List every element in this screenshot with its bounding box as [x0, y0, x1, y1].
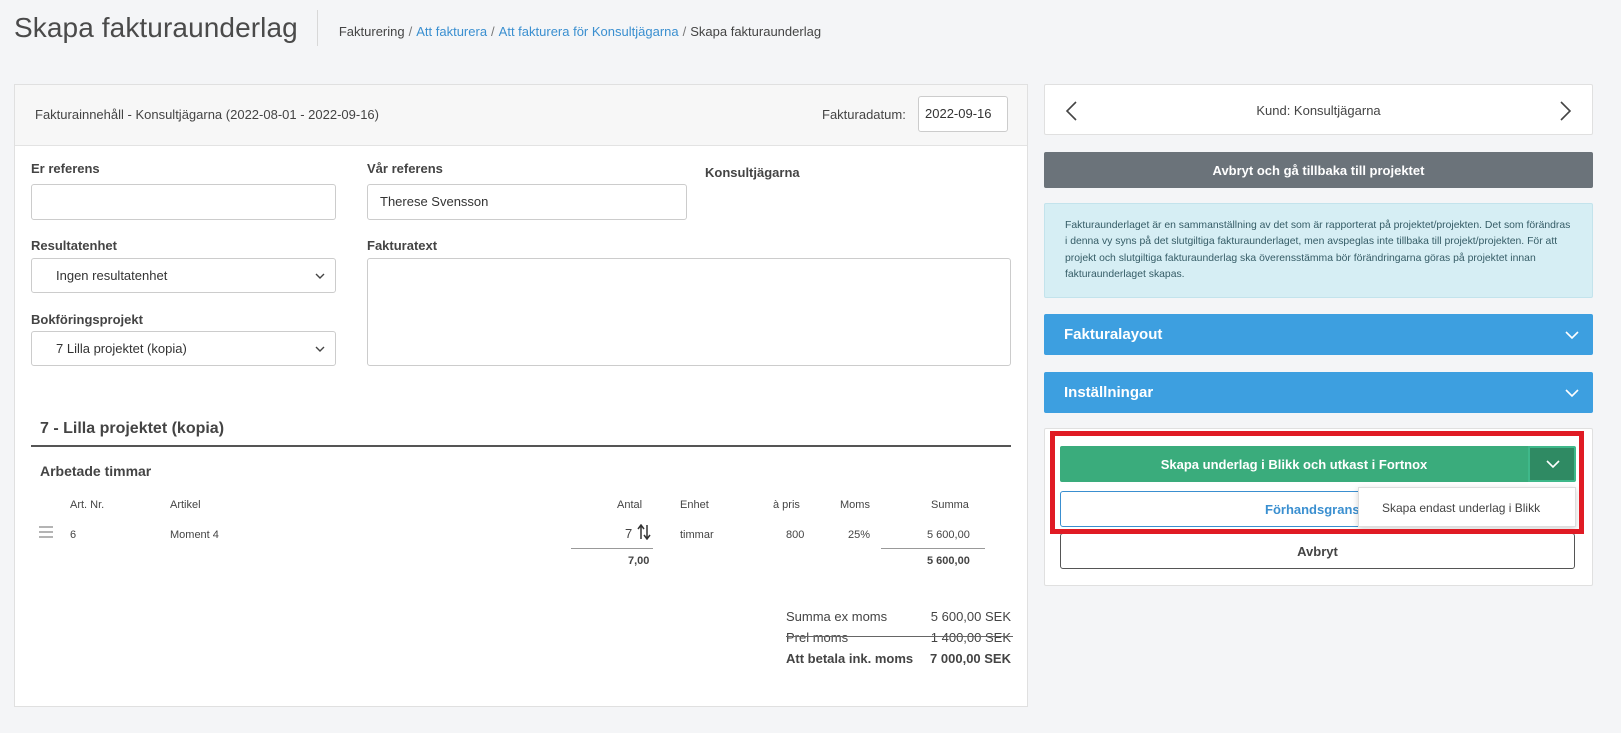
resultatenhet-selected-value: Ingen resultatenhet	[56, 268, 168, 283]
create-in-blikk-and-fortnox-button[interactable]: Skapa underlag i Blikk och utkast i Fort…	[1060, 446, 1528, 482]
summa-total-divider	[881, 548, 985, 549]
accordion-fakturalayout-label: Fakturalayout	[1064, 326, 1163, 343]
summa-ex-moms-value: 5 600,00 SEK	[930, 609, 1011, 624]
row-moms: 25%	[848, 529, 871, 541]
chevron-right-icon[interactable]	[1560, 101, 1572, 121]
column-header-a-pris: à pris	[773, 499, 800, 511]
chevron-down-icon	[1565, 331, 1579, 340]
page-title: Skapa fakturaunderlag	[14, 12, 298, 43]
customer-company-name: Konsultjägarna	[705, 165, 800, 180]
fakturatext-label: Fakturatext	[367, 238, 438, 253]
dropdown-item-create-only-blikk[interactable]: Skapa endast underlag i Blikk	[1382, 501, 1540, 515]
prel-moms-label: Prel moms	[786, 630, 849, 645]
var-referens-input[interactable]: Therese Svensson	[367, 184, 687, 220]
er-referens-label: Er referens	[31, 161, 100, 176]
create-options-dropdown: Skapa endast underlag i Blikk	[1358, 487, 1576, 527]
resultatenhet-select[interactable]: Ingen resultatenhet	[31, 258, 336, 293]
create-options-toggle[interactable]	[1528, 446, 1576, 482]
fakturatext-textarea[interactable]	[367, 258, 1011, 366]
worked-hours-title: Arbetade timmar	[40, 463, 152, 479]
chevron-down-icon	[1546, 460, 1560, 469]
breadcrumb-item-current: Skapa fakturaunderlag	[690, 23, 822, 39]
chevron-down-icon	[1565, 389, 1579, 398]
row-enhet: timmar	[680, 529, 714, 541]
row-summa: 5 600,00	[927, 529, 970, 541]
breadcrumb-link-att-fakturera[interactable]: Att fakturera	[416, 24, 487, 39]
summa-ex-moms-label: Summa ex moms	[786, 609, 888, 624]
row-antal[interactable]: 7	[625, 526, 632, 541]
column-header-artikel: Artikel	[170, 499, 201, 511]
row-art-nr: 6	[70, 529, 77, 541]
project-title: 7 - Lilla projektet (kopia)	[40, 420, 225, 437]
total-antal: 7,00	[628, 555, 650, 567]
preview-button-label: Förhandsgrans	[1265, 502, 1360, 517]
invoice-panel-header: Fakturainnehåll - Konsultjägarna (2022-0…	[15, 85, 1027, 146]
sort-arrows-icon[interactable]	[637, 524, 651, 540]
breadcrumb-item-fakturering: Fakturering	[338, 23, 405, 39]
chevron-down-icon	[315, 346, 325, 352]
summary-divider	[786, 636, 1013, 637]
resultatenhet-label: Resultatenhet	[31, 238, 117, 253]
accordion-installningar[interactable]: Inställningar	[1044, 372, 1593, 413]
bokforingsprojekt-selected-value: 7 Lilla projektet (kopia)	[56, 341, 187, 356]
header-divider	[316, 10, 318, 46]
info-message: Fakturaunderlaget är en sammanställning …	[1044, 203, 1593, 298]
er-referens-input[interactable]	[31, 184, 336, 220]
column-header-moms: Moms	[840, 499, 870, 511]
bokforingsprojekt-select[interactable]: 7 Lilla projektet (kopia)	[31, 331, 336, 366]
page-header: Skapa fakturaunderlag Fakturering / Att fa…	[14, 10, 821, 46]
chevron-down-icon	[315, 273, 325, 279]
column-header-art-nr: Art. Nr.	[70, 499, 105, 511]
customer-label: Kund: Konsultjägarna	[1256, 103, 1381, 118]
column-header-antal: Antal	[617, 499, 643, 511]
cancel-button[interactable]: Avbryt	[1060, 533, 1575, 569]
invoice-date-label: Fakturadatum:	[822, 107, 906, 122]
customer-navigator: Kund: Konsultjägarna	[1044, 84, 1593, 135]
cancel-back-to-project-button[interactable]: Avbryt och gå tillbaka till projektet	[1044, 152, 1593, 188]
breadcrumb-separator: /	[491, 23, 495, 39]
breadcrumb-link-att-fakturera-kund[interactable]: Att fakturera för Konsultjägarna	[499, 24, 679, 39]
bokforingsprojekt-label: Bokföringsprojekt	[31, 312, 143, 327]
att-betala-label: Att betala ink. moms	[786, 651, 914, 666]
project-divider	[31, 445, 1011, 447]
invoice-content-panel: Fakturainnehåll - Konsultjägarna (2022-0…	[14, 84, 1028, 707]
column-header-summa: Summa	[931, 499, 969, 511]
invoice-date-input[interactable]: 2022-09-16	[918, 96, 1008, 132]
antal-total-divider	[571, 548, 653, 549]
invoice-panel-title: Fakturainnehåll - Konsultjägarna (2022-0…	[35, 107, 379, 122]
total-summa: 5 600,00	[927, 555, 970, 567]
row-artikel: Moment 4	[170, 529, 219, 541]
drag-handle-icon[interactable]	[39, 526, 53, 538]
prel-moms-value: 1 400,00 SEK	[930, 630, 1011, 645]
breadcrumb-separator: /	[408, 23, 413, 39]
att-betala-value: 7 000,00 SEK	[930, 651, 1011, 666]
var-referens-label: Vår referens	[367, 161, 443, 176]
column-header-enhet: Enhet	[680, 499, 709, 511]
breadcrumb-separator: /	[682, 23, 687, 39]
accordion-installningar-label: Inställningar	[1064, 384, 1154, 401]
breadcrumb: Fakturering / Att fakturera / Att fakturera …	[339, 18, 821, 39]
accordion-fakturalayout[interactable]: Fakturalayout	[1044, 314, 1593, 355]
row-a-pris: 800	[786, 529, 805, 541]
